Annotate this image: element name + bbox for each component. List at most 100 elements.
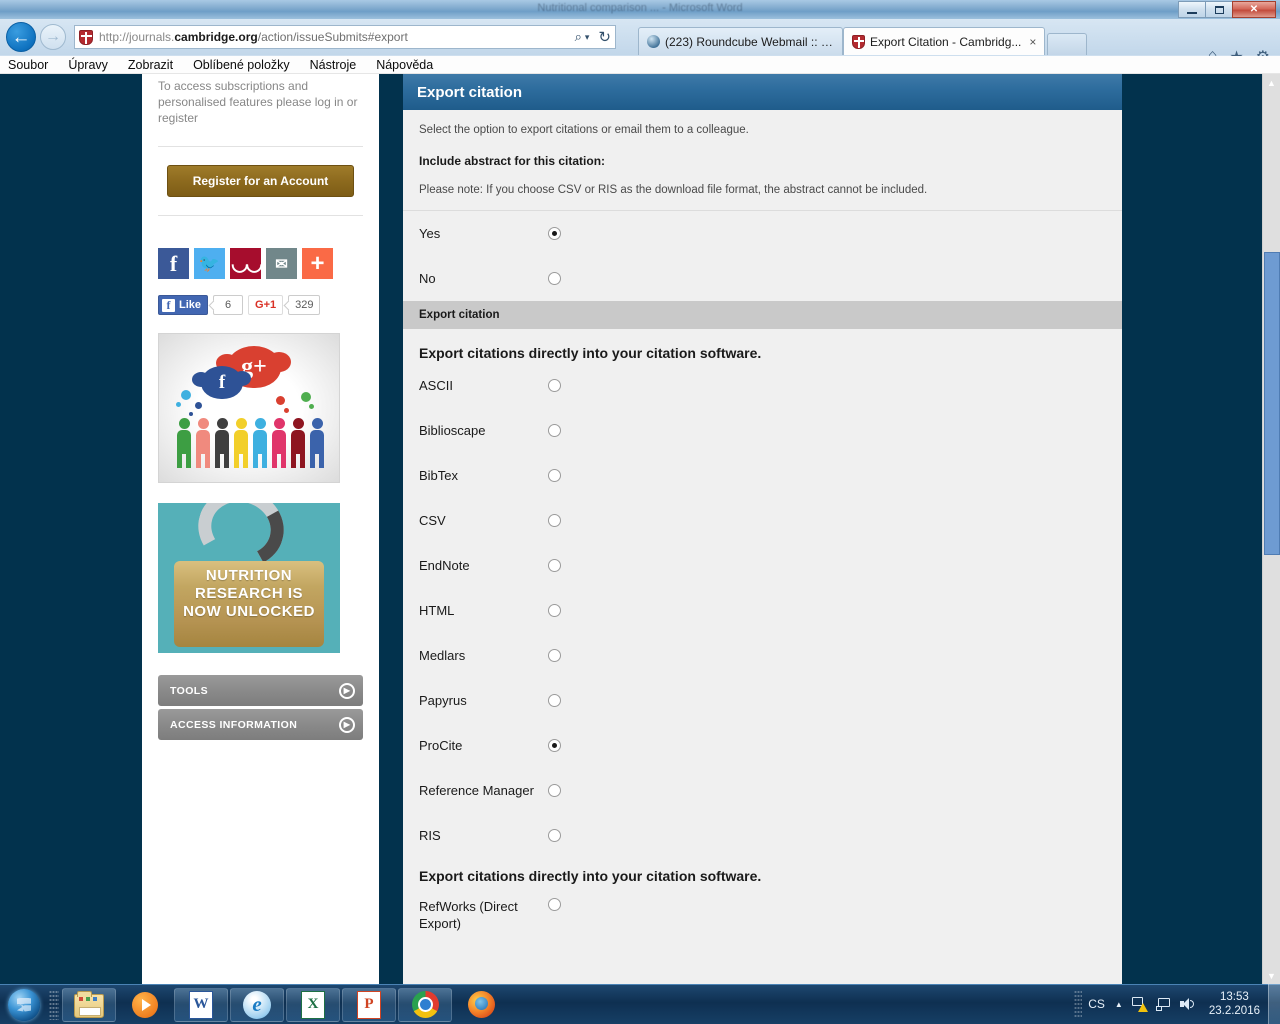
abstract-option-no[interactable]: No bbox=[403, 256, 1122, 301]
search-icon[interactable]: ⌕ bbox=[575, 29, 582, 45]
abstract-option-yes[interactable]: Yes bbox=[403, 211, 1122, 256]
start-button[interactable] bbox=[2, 987, 46, 1023]
accordion-label: TOOLS bbox=[170, 684, 208, 697]
radio-include-abstract-no[interactable] bbox=[548, 272, 561, 285]
format-option-csv[interactable]: CSV bbox=[403, 498, 1122, 543]
folder-icon bbox=[74, 990, 104, 1020]
close-button[interactable]: ✕ bbox=[1232, 1, 1276, 18]
format-option-biblioscape[interactable]: Biblioscape bbox=[403, 408, 1122, 453]
radio-format-medlars[interactable] bbox=[548, 649, 561, 662]
option-label: Papyrus bbox=[419, 693, 467, 708]
radio-format-csv[interactable] bbox=[548, 514, 561, 527]
format-option-endnote[interactable]: EndNote bbox=[403, 543, 1122, 588]
menu-item-soubor[interactable]: Soubor bbox=[8, 58, 48, 72]
nutrition-research-promo-banner[interactable]: NUTRITION RESEARCH IS NOW UNLOCKED bbox=[158, 503, 340, 653]
page-scrollbar[interactable]: ▲ ▼ bbox=[1262, 74, 1280, 984]
facebook-like-button[interactable]: f Like bbox=[158, 295, 209, 315]
format-option-medlars[interactable]: Medlars bbox=[403, 633, 1122, 678]
back-button[interactable]: ← bbox=[6, 22, 36, 52]
accordion-label: ACCESS INFORMATION bbox=[170, 718, 298, 731]
chevron-down-icon[interactable]: ▾ bbox=[585, 32, 590, 43]
menu-item-oblibene-polozky[interactable]: Oblíbené položky bbox=[193, 58, 290, 72]
taskbar-windows-media-player[interactable] bbox=[118, 988, 172, 1022]
format-option-reference-manager[interactable]: Reference Manager bbox=[403, 768, 1122, 813]
facebook-share-button[interactable]: f bbox=[158, 248, 189, 279]
menu-item-nastroje[interactable]: Nástroje bbox=[310, 58, 357, 72]
network-icon[interactable] bbox=[1155, 997, 1171, 1011]
include-abstract-label: Include abstract for this citation: bbox=[419, 154, 606, 168]
scroll-down-button[interactable]: ▼ bbox=[1263, 967, 1280, 984]
taskbar-powerpoint[interactable]: P bbox=[342, 987, 396, 1022]
menu-item-zobrazit[interactable]: Zobrazit bbox=[128, 58, 173, 72]
more-share-button[interactable]: + bbox=[302, 248, 333, 279]
person-icon bbox=[177, 418, 191, 468]
language-indicator[interactable]: CS bbox=[1088, 997, 1105, 1011]
promo-line-2: RESEARCH IS bbox=[194, 585, 304, 602]
taskbar-chrome[interactable] bbox=[398, 987, 452, 1022]
desktop: Nutritional comparison ... - Microsoft W… bbox=[0, 0, 1280, 1024]
forward-button[interactable]: → bbox=[40, 24, 66, 50]
google-plus-one-button[interactable]: G+1 bbox=[248, 295, 284, 315]
taskbar-word[interactable]: W bbox=[174, 987, 228, 1022]
roundcube-icon bbox=[647, 35, 660, 48]
tray-grip bbox=[1074, 990, 1083, 1018]
address-bar[interactable]: http://journals.cambridge.org/action/iss… bbox=[74, 25, 616, 49]
show-desktop-button[interactable] bbox=[1268, 984, 1280, 1024]
format-option-refworks[interactable]: RefWorks (Direct Export) bbox=[403, 886, 1122, 932]
radio-include-abstract-yes[interactable] bbox=[548, 227, 561, 240]
taskbar-firefox[interactable] bbox=[454, 988, 508, 1022]
radio-format-biblioscape[interactable] bbox=[548, 424, 561, 437]
register-for-an-account-button[interactable]: Register for an Account bbox=[167, 165, 354, 197]
mendeley-share-button[interactable]: ◡◡ bbox=[230, 248, 263, 279]
format-option-ris[interactable]: RIS bbox=[403, 813, 1122, 858]
system-tray: CS ▲ 13:53 23.2.2016 bbox=[1074, 984, 1280, 1024]
facebook-icon: f bbox=[162, 298, 175, 312]
taskbar-file-explorer[interactable] bbox=[62, 987, 116, 1022]
url-text: http://journals.cambridge.org/action/iss… bbox=[99, 30, 408, 44]
taskbar-excel[interactable]: X bbox=[286, 987, 340, 1022]
twitter-share-button[interactable]: 🐦 bbox=[194, 248, 225, 279]
radio-format-endnote[interactable] bbox=[548, 559, 561, 572]
maximize-button[interactable] bbox=[1205, 1, 1233, 18]
close-icon[interactable]: × bbox=[1029, 35, 1036, 49]
radio-format-bibtex[interactable] bbox=[548, 469, 561, 482]
excel-icon: X bbox=[298, 990, 328, 1020]
person-icon bbox=[196, 418, 210, 468]
padlock-body-icon: NUTRITION RESEARCH IS NOW UNLOCKED bbox=[174, 561, 324, 647]
clock-date: 23.2.2016 bbox=[1208, 1005, 1260, 1017]
minimize-button[interactable] bbox=[1178, 1, 1206, 18]
radio-format-html[interactable] bbox=[548, 604, 561, 617]
refresh-icon[interactable]: ↻ bbox=[598, 28, 611, 46]
menu-item-upravy[interactable]: Úpravy bbox=[68, 58, 108, 72]
show-hidden-icons-button[interactable]: ▲ bbox=[1115, 1000, 1123, 1009]
option-label: ProCite bbox=[419, 738, 463, 753]
social-media-promo-image[interactable]: g+ f bbox=[158, 333, 340, 483]
radio-format-ascii[interactable] bbox=[548, 379, 561, 392]
action-center-flag-icon[interactable] bbox=[1131, 997, 1148, 1012]
email-share-button[interactable]: ✉ bbox=[266, 248, 297, 279]
divider bbox=[158, 215, 363, 216]
tab-export-citation[interactable]: Export Citation - Cambridg... × bbox=[843, 27, 1046, 55]
accordion-tools[interactable]: TOOLS ▶ bbox=[158, 675, 363, 706]
tab-roundcube-webmail[interactable]: (223) Roundcube Webmail :: Př... bbox=[638, 27, 843, 55]
format-option-html[interactable]: HTML bbox=[403, 588, 1122, 633]
scrollbar-thumb[interactable] bbox=[1264, 252, 1280, 555]
tab-strip: (223) Roundcube Webmail :: Př... Export … bbox=[638, 21, 1088, 55]
format-option-ascii[interactable]: ASCII bbox=[403, 363, 1122, 408]
format-option-bibtex[interactable]: BibTex bbox=[403, 453, 1122, 498]
taskbar-internet-explorer[interactable]: e bbox=[230, 987, 284, 1022]
accordion-access-information[interactable]: ACCESS INFORMATION ▶ bbox=[158, 709, 363, 740]
radio-format-papyrus[interactable] bbox=[548, 694, 561, 707]
clock[interactable]: 13:53 23.2.2016 bbox=[1209, 990, 1260, 1018]
format-option-procite[interactable]: ProCite bbox=[403, 723, 1122, 768]
person-icon bbox=[234, 418, 248, 468]
scroll-up-button[interactable]: ▲ bbox=[1263, 74, 1280, 91]
radio-format-reference-manager[interactable] bbox=[548, 784, 561, 797]
radio-format-refworks[interactable] bbox=[548, 898, 561, 911]
new-tab-button[interactable] bbox=[1047, 33, 1088, 55]
radio-format-procite[interactable] bbox=[548, 739, 561, 752]
format-option-papyrus[interactable]: Papyrus bbox=[403, 678, 1122, 723]
radio-format-ris[interactable] bbox=[548, 829, 561, 842]
volume-icon[interactable] bbox=[1179, 997, 1196, 1011]
menu-item-napoveda[interactable]: Nápověda bbox=[376, 58, 433, 72]
